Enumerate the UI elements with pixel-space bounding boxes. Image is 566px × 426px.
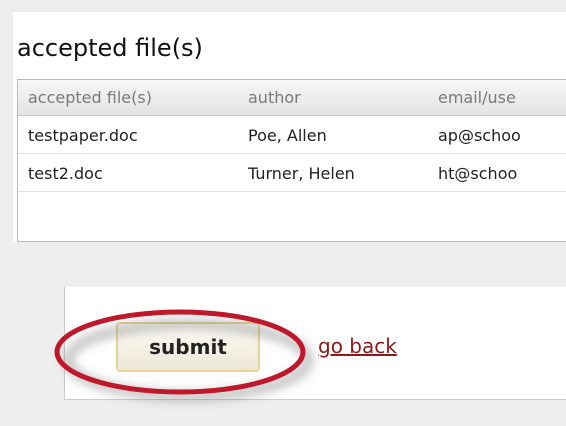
header-author[interactable]: author — [248, 88, 301, 108]
email-cell: ap@schoo — [438, 126, 521, 145]
table-header: accepted file(s) author email/use — [18, 80, 566, 116]
go-back-link[interactable]: go back — [318, 334, 397, 358]
author-cell: Turner, Helen — [248, 164, 355, 183]
header-email[interactable]: email/use — [438, 88, 516, 108]
submit-button[interactable]: submit — [116, 322, 260, 372]
file-name-cell: test2.doc — [28, 164, 103, 183]
header-accepted-files[interactable]: accepted file(s) — [28, 88, 152, 108]
table-row[interactable]: test2.doc Turner, Helen ht@schoo — [18, 154, 566, 192]
screenshot-frame: accepted file(s) accepted file(s) author… — [0, 0, 566, 426]
table-row[interactable]: testpaper.doc Poe, Allen ap@schoo — [18, 116, 566, 154]
email-cell: ht@schoo — [438, 164, 518, 183]
section-title: accepted file(s) — [17, 34, 203, 62]
file-name-cell: testpaper.doc — [28, 126, 138, 145]
accepted-files-table: accepted file(s) author email/use testpa… — [17, 79, 566, 242]
author-cell: Poe, Allen — [248, 126, 327, 145]
